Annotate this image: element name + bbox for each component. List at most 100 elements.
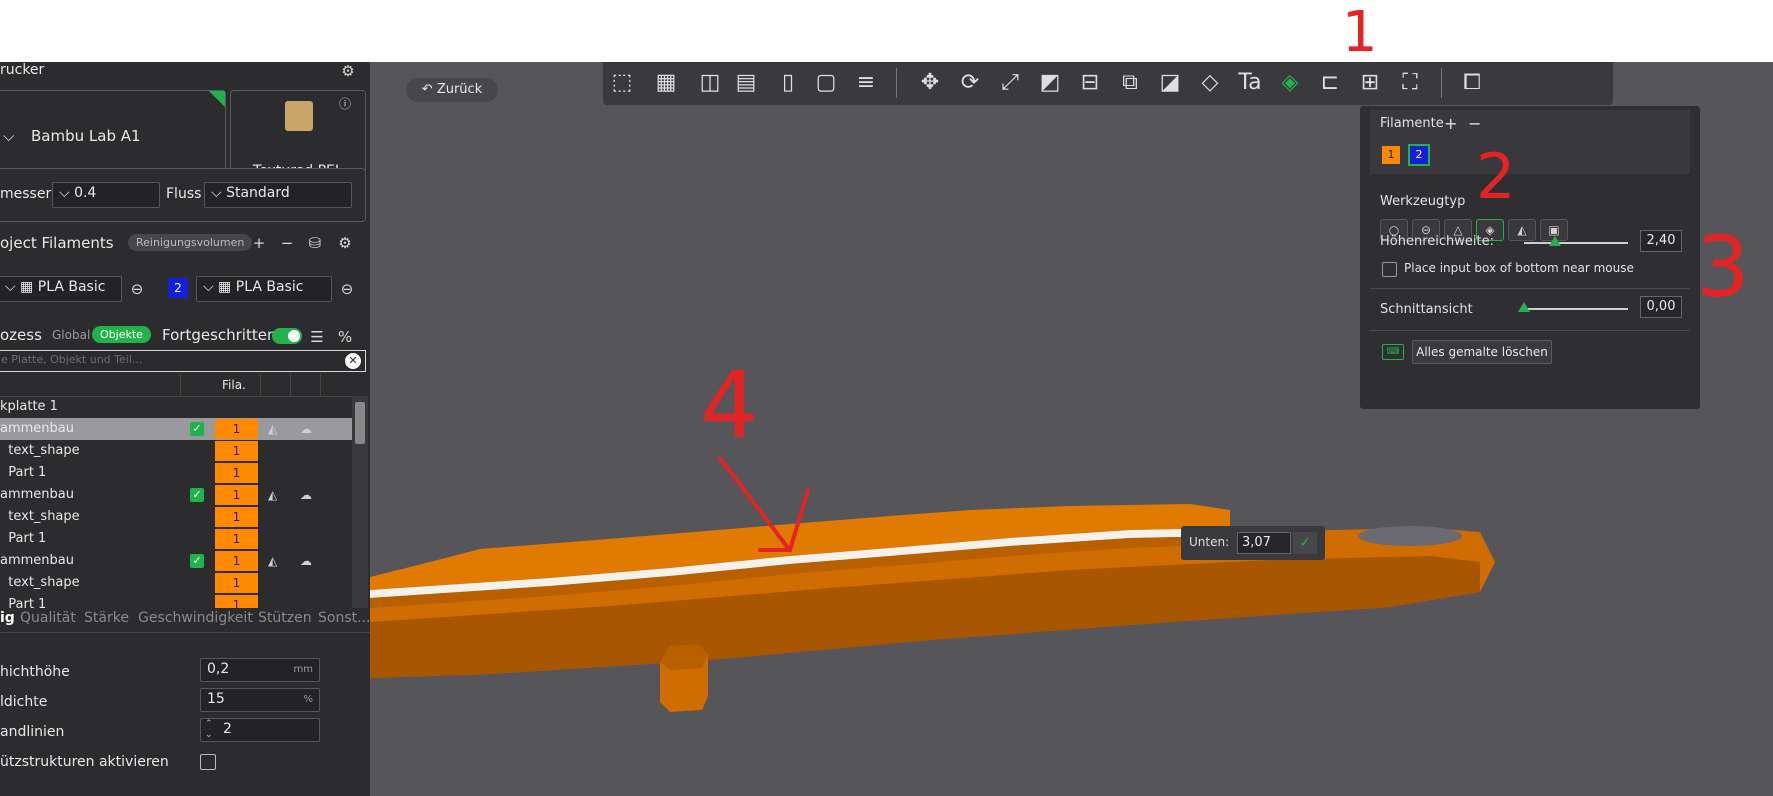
- support-indicator-icon[interactable]: ☁: [300, 418, 312, 440]
- infill-input[interactable]: 15%: [200, 688, 320, 712]
- filament-cell[interactable]: 1: [215, 595, 258, 608]
- height-range-slider[interactable]: [1524, 242, 1628, 244]
- seam-paint-icon[interactable]: ◇: [1195, 68, 1225, 98]
- color-paint-icon[interactable]: ◈: [1275, 68, 1305, 98]
- filaments-title: oject Filaments: [0, 234, 114, 252]
- orient-icon[interactable]: ▯: [773, 68, 803, 98]
- filament-1-swatch[interactable]: 1: [1382, 146, 1400, 164]
- search-field[interactable]: e Platte, Objekt und Teil... ✕: [0, 350, 366, 372]
- filament-1-select[interactable]: ⌵ ▦ PLA Basic: [0, 276, 122, 302]
- add-filament-icon[interactable]: +: [250, 234, 268, 252]
- text-icon[interactable]: Ta: [1235, 68, 1265, 98]
- tab-quality[interactable]: Qualität: [20, 610, 76, 626]
- measure-icon[interactable]: ⊏: [1315, 68, 1345, 98]
- rotate-icon[interactable]: ⟳: [955, 68, 985, 98]
- filament-cell[interactable]: 1: [215, 573, 258, 593]
- plate-icon[interactable]: ▢: [811, 68, 841, 98]
- section-view-value[interactable]: 0,00: [1640, 296, 1682, 318]
- paint-indicator-icon[interactable]: ◭: [268, 484, 277, 506]
- add-filament-icon[interactable]: +: [1444, 114, 1457, 133]
- filament-cell[interactable]: 1: [215, 507, 258, 527]
- support-paint-icon[interactable]: ◪: [1155, 68, 1185, 98]
- remove-filament-icon[interactable]: −: [278, 234, 296, 252]
- more-options-icon[interactable]: ⊖: [338, 280, 356, 298]
- back-button[interactable]: ↶ Zurück: [406, 78, 498, 102]
- add-plate-icon[interactable]: ▦: [651, 68, 681, 98]
- more-options-icon[interactable]: ⊖: [128, 280, 146, 298]
- visible-check-icon[interactable]: ✓: [190, 554, 204, 568]
- add-object-icon[interactable]: ⬚: [607, 68, 637, 98]
- boolean-icon[interactable]: ⧉: [1115, 68, 1145, 98]
- advanced-switch[interactable]: [272, 328, 302, 344]
- table-row[interactable]: Part 1 1: [0, 462, 354, 484]
- assembly-icon[interactable]: ⊞: [1355, 68, 1385, 98]
- tab-speed[interactable]: Geschwindigkeit: [138, 610, 253, 626]
- list-icon[interactable]: ☰: [308, 328, 326, 346]
- walls-stepper[interactable]: ⌃ ⌄ 2: [200, 718, 320, 742]
- section-view-slider[interactable]: [1524, 308, 1628, 310]
- split-parts-icon[interactable]: ⧠: [1457, 68, 1487, 98]
- confirm-check-icon[interactable]: ✓: [1293, 532, 1317, 554]
- section-view-thumb[interactable]: [1518, 302, 1530, 312]
- table-row[interactable]: Part 1 1: [0, 528, 354, 550]
- table-row[interactable]: text_shape 1: [0, 440, 354, 462]
- nozzle-select[interactable]: ⌵ 0.4: [52, 182, 160, 208]
- table-row[interactable]: text_shape 1: [0, 506, 354, 528]
- filament-2-select[interactable]: ⌵ ▦ PLA Basic: [196, 276, 332, 302]
- paint-indicator-icon[interactable]: ◭: [268, 418, 277, 440]
- height-range-thumb[interactable]: [1549, 236, 1562, 246]
- global-toggle[interactable]: Global: [52, 328, 90, 342]
- fit-view-icon[interactable]: ⛶: [1395, 68, 1425, 98]
- support-indicator-icon[interactable]: ☁: [300, 484, 312, 506]
- clear-search-icon[interactable]: ✕: [345, 353, 361, 369]
- table-row[interactable]: Part 1 1: [0, 594, 354, 608]
- auto-arrange-icon[interactable]: ◫: [695, 68, 725, 98]
- percent-icon[interactable]: %: [336, 328, 354, 346]
- filament-cell[interactable]: 1: [215, 551, 258, 571]
- filament-cell[interactable]: 1: [215, 529, 258, 549]
- tab-support[interactable]: Stützen: [258, 610, 312, 626]
- filament-settings-icon[interactable]: ⚙: [336, 234, 354, 252]
- sync-icon[interactable]: ⛁: [306, 234, 324, 252]
- flow-select[interactable]: ⌵ Standard: [204, 182, 352, 208]
- visible-check-icon[interactable]: ✓: [190, 488, 204, 502]
- support-checkbox[interactable]: [200, 754, 216, 770]
- stepper-arrows-icon[interactable]: ⌃ ⌄: [205, 719, 213, 741]
- tree-scrollbar[interactable]: [352, 396, 368, 608]
- section-view-label: Schnittansicht: [1380, 302, 1473, 317]
- table-row[interactable]: ammenbau 1 ✓ ◭ ☁: [0, 418, 354, 440]
- layers-icon[interactable]: ≡: [851, 68, 881, 98]
- filament-cell[interactable]: 1: [215, 463, 258, 483]
- move-icon[interactable]: ✥: [915, 68, 945, 98]
- arrange-icon[interactable]: ▤: [731, 68, 761, 98]
- cut-icon[interactable]: ⊟: [1075, 68, 1105, 98]
- tab-strength[interactable]: Stärke: [84, 610, 129, 626]
- tab-general[interactable]: ig: [0, 610, 15, 626]
- gear-icon[interactable]: ⚙: [338, 62, 358, 80]
- filament-2-swatch[interactable]: 2: [1408, 144, 1430, 166]
- filament-cell[interactable]: 1: [215, 485, 258, 505]
- remove-filament-icon[interactable]: −: [1468, 114, 1481, 133]
- filament-cell[interactable]: 1: [215, 419, 258, 439]
- layer-height-input[interactable]: 0,2 mm: [200, 658, 320, 682]
- lay-on-face-icon[interactable]: ◩: [1035, 68, 1065, 98]
- tab-other[interactable]: Sonst...: [318, 610, 370, 626]
- filament-cell[interactable]: 1: [215, 441, 258, 461]
- table-row[interactable]: text_shape 1: [0, 572, 354, 594]
- table-row[interactable]: ammenbau 1 ✓ ◭ ☁: [0, 550, 354, 572]
- paint-indicator-icon[interactable]: ◭: [268, 550, 277, 572]
- scale-icon[interactable]: ⤢: [995, 68, 1025, 98]
- near-mouse-checkbox[interactable]: [1382, 262, 1397, 277]
- bottom-value-input[interactable]: 3,07: [1237, 532, 1291, 554]
- visible-check-icon[interactable]: ✓: [190, 422, 204, 436]
- info-icon[interactable]: ⓘ: [339, 95, 351, 113]
- fill-tool-icon[interactable]: ◭: [1508, 219, 1536, 241]
- keyboard-icon[interactable]: ⌨: [1382, 344, 1404, 360]
- clear-painted-button[interactable]: Alles gemalte löschen: [1412, 340, 1552, 364]
- objects-toggle[interactable]: Objekte: [92, 326, 151, 343]
- support-indicator-icon[interactable]: ☁: [300, 550, 312, 572]
- height-range-value[interactable]: 2,40: [1640, 230, 1682, 252]
- table-row[interactable]: kplatte 1: [0, 396, 354, 418]
- purge-volume-button[interactable]: Reinigungsvolumen: [128, 234, 253, 251]
- table-row[interactable]: ammenbau 1 ✓ ◭ ☁: [0, 484, 354, 506]
